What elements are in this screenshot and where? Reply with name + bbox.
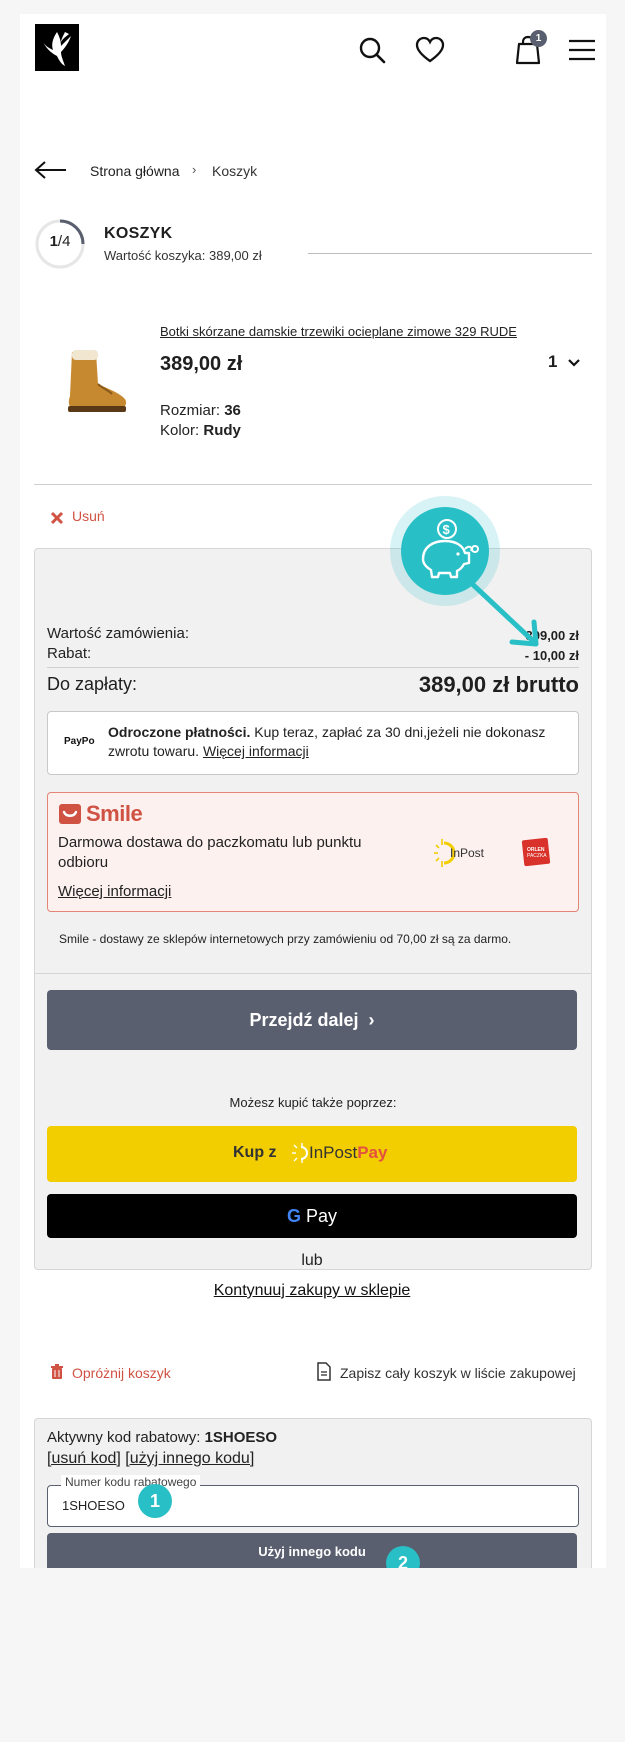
svg-text:PACZKA: PACZKA: [527, 853, 547, 859]
paypo-logo: PayPo: [64, 736, 95, 747]
continue-shopping-link[interactable]: Kontynuuj zakupy w sklepie: [34, 1282, 590, 1300]
google-g-icon: G: [286, 1206, 301, 1226]
paypo-info: PayPo Odroczone płatności. Kup teraz, za…: [47, 711, 579, 775]
save-to-list-link[interactable]: Zapisz cały koszyk w liście zakupowej: [340, 1365, 576, 1381]
cart-count-badge: 1: [530, 30, 547, 47]
smile-note: Smile - dostawy ze sklepów internetowych…: [59, 932, 512, 946]
or-text: lub: [301, 1252, 323, 1269]
to-pay-value: 389,00 zł brutto: [418, 672, 579, 697]
heart-icon[interactable]: [414, 34, 446, 66]
use-other-code-button[interactable]: Użyj innego kodu: [47, 1533, 577, 1568]
annotation-marker-1: 1: [138, 1484, 172, 1518]
use-other-code-link[interactable]: [użyj innego kodu]: [125, 1450, 254, 1467]
paypo-text: Odroczone płatności. Kup teraz, zapłać z…: [108, 724, 546, 759]
search-icon[interactable]: [356, 34, 388, 66]
product-image[interactable]: [52, 344, 132, 424]
step-counter: 1/4: [49, 233, 71, 250]
svg-text:InPost: InPost: [450, 846, 485, 860]
smile-description: Darmowa dostawa do paczkomatu lub punktu…: [58, 834, 362, 871]
remove-code-link[interactable]: [usuń kod]: [47, 1450, 121, 1467]
cart-value-text: Wartość koszyka: 389,00 zł: [104, 248, 262, 263]
back-arrow-icon[interactable]: [34, 160, 68, 180]
coupon-field-label: Numer kodu rabatowego: [61, 1475, 201, 1489]
coupon-code-input[interactable]: 1SHOESO: [47, 1485, 579, 1527]
divider: [47, 667, 579, 668]
active-coupon-text: Aktywny kod rabatowy: 1SHOESO: [47, 1429, 278, 1446]
product-name-link[interactable]: Botki skórzane damskie trzewiki ocieplan…: [160, 324, 517, 339]
product-price: 389,00 zł: [160, 353, 243, 375]
svg-text:$: $: [443, 522, 451, 537]
smile-logo-icon: [58, 803, 82, 825]
google-pay-button[interactable]: G Pay: [47, 1194, 577, 1238]
breadcrumb-home-link[interactable]: Strona główna: [90, 163, 180, 179]
smile-brand: Smile: [86, 801, 143, 826]
divider: [35, 973, 591, 974]
coupon-links: [usuń kod] [użyj innego kodu]: [47, 1450, 254, 1468]
smile-promo: Smile Darmowa dostawa do paczkomatu lub …: [47, 792, 579, 912]
chevron-down-icon[interactable]: [566, 356, 582, 370]
inpost-pay-button[interactable]: Kup z InPostPay: [47, 1126, 577, 1182]
page: 1 Strona główna › Koszyk 1/4 KOSZYK Wart…: [20, 14, 606, 1568]
brand-logo[interactable]: [35, 24, 79, 71]
to-pay-label: Do zapłaty:: [47, 674, 138, 694]
smile-more-link[interactable]: Więcej informacji: [58, 883, 171, 900]
quantity-select[interactable]: 1: [548, 352, 557, 372]
product-color: Kolor: Rudy: [160, 422, 241, 439]
breadcrumb-separator: ›: [192, 162, 197, 177]
breadcrumb-current: Koszyk: [212, 163, 258, 179]
next-button[interactable]: Przejdź dalej ›: [47, 990, 577, 1050]
order-summary: Wartość zamówienia: 399,00 zł Rabat: - 1…: [34, 548, 592, 1270]
annotation-arrow-icon: [460, 574, 560, 654]
remove-item-link[interactable]: Usuń: [72, 508, 105, 524]
orlen-logo: ORLEN PACZKA: [521, 837, 551, 867]
also-buy-text: Możesz kupić także poprzez:: [229, 1095, 397, 1110]
discount-label: Rabat:: [47, 645, 92, 662]
divider: [34, 484, 592, 485]
product-size: Rozmiar: 36: [160, 402, 241, 419]
empty-cart-link[interactable]: Opróżnij koszyk: [72, 1365, 171, 1381]
order-value-label: Wartość zamówienia:: [47, 625, 189, 642]
inpost-logo: InPost: [432, 833, 498, 873]
coupon-box: Aktywny kod rabatowy: 1SHOESO [usuń kod]…: [34, 1418, 592, 1568]
paypo-more-link[interactable]: Więcej informacji: [203, 743, 309, 759]
divider: [308, 253, 592, 254]
step-title: KOSZYK: [104, 225, 173, 242]
chevron-right-icon: ›: [368, 1010, 375, 1030]
document-icon[interactable]: [316, 1362, 332, 1381]
trash-icon[interactable]: [50, 1364, 64, 1380]
menu-icon[interactable]: [566, 34, 598, 66]
close-icon[interactable]: [50, 511, 64, 525]
